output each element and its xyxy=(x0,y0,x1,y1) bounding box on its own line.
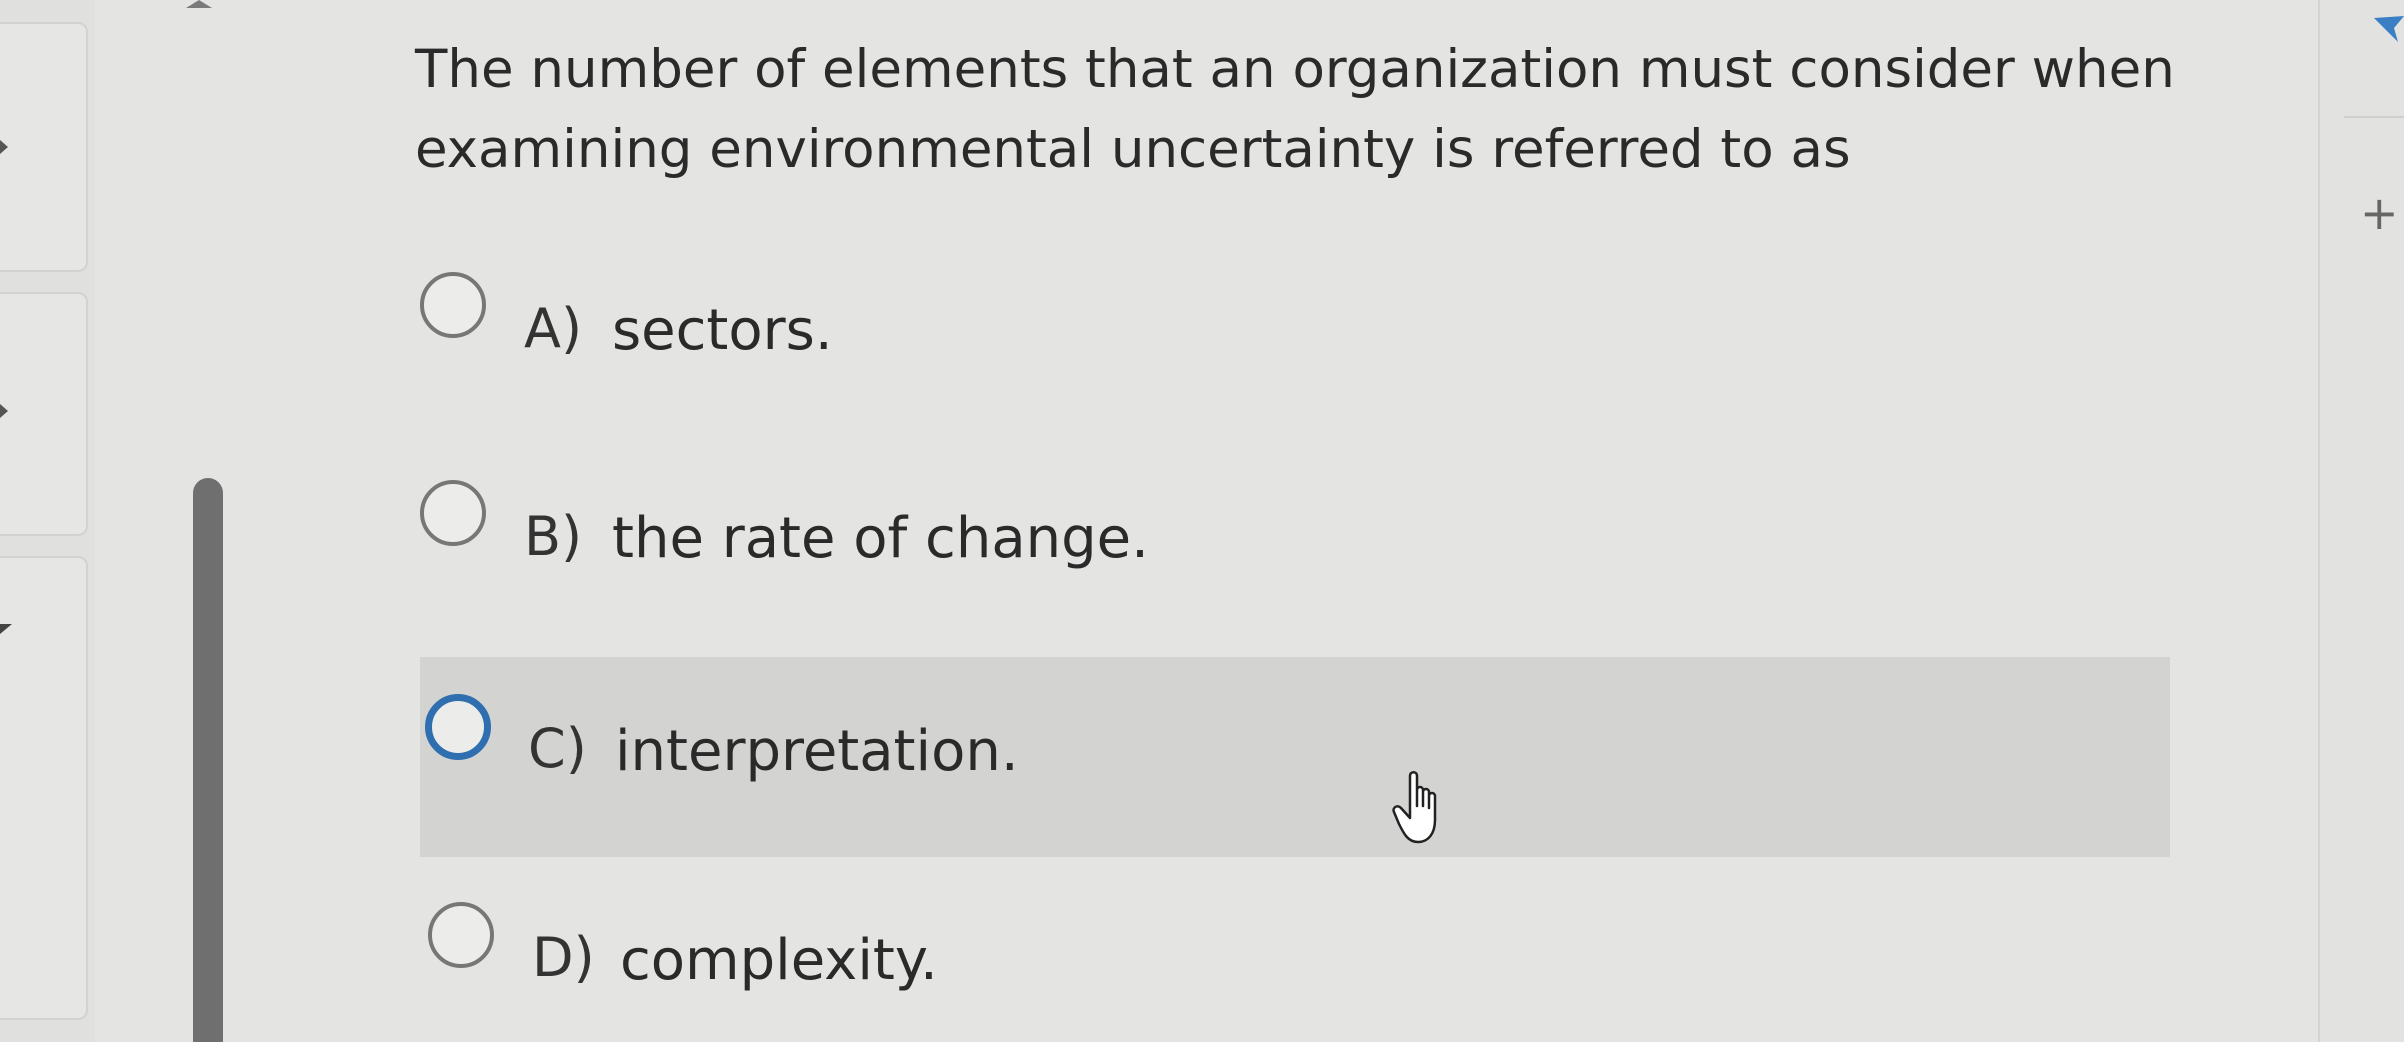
option-letter: C) xyxy=(528,717,587,780)
radio-button[interactable] xyxy=(420,272,486,338)
question-nav-rail xyxy=(0,0,95,1042)
radio-button[interactable] xyxy=(425,694,491,760)
radio-button[interactable] xyxy=(428,902,494,968)
answer-option-b[interactable]: B) the rate of change. xyxy=(420,450,2170,640)
question-nav-card[interactable] xyxy=(0,556,88,1020)
option-letter: A) xyxy=(524,297,583,360)
flag-icon[interactable] xyxy=(2372,14,2404,44)
add-icon[interactable]: + xyxy=(2360,190,2399,236)
option-text: sectors. xyxy=(612,298,833,363)
radio-button[interactable] xyxy=(420,480,486,546)
hand-cursor-icon xyxy=(1392,771,1437,844)
option-letter: B) xyxy=(524,505,583,568)
chevron-right-icon[interactable] xyxy=(0,140,8,154)
option-text: interpretation. xyxy=(615,719,1019,784)
answer-option-a[interactable]: A) sectors. xyxy=(420,242,2170,432)
divider xyxy=(2344,116,2404,118)
answer-option-d[interactable]: D) complexity. xyxy=(420,872,2170,1042)
question-nav-card[interactable] xyxy=(0,292,88,536)
answer-option-c[interactable]: C) interpretation. xyxy=(420,657,2170,857)
question-prompt: The number of elements that an organizat… xyxy=(415,39,2175,180)
chevron-right-icon[interactable] xyxy=(0,404,8,418)
right-tool-rail: + xyxy=(2318,0,2404,1042)
option-text: complexity. xyxy=(620,928,938,993)
scrollbar-thumb[interactable] xyxy=(193,478,223,1042)
question-nav-card[interactable] xyxy=(0,22,88,272)
option-text: the rate of change. xyxy=(612,506,1149,571)
option-letter: D) xyxy=(532,926,595,989)
